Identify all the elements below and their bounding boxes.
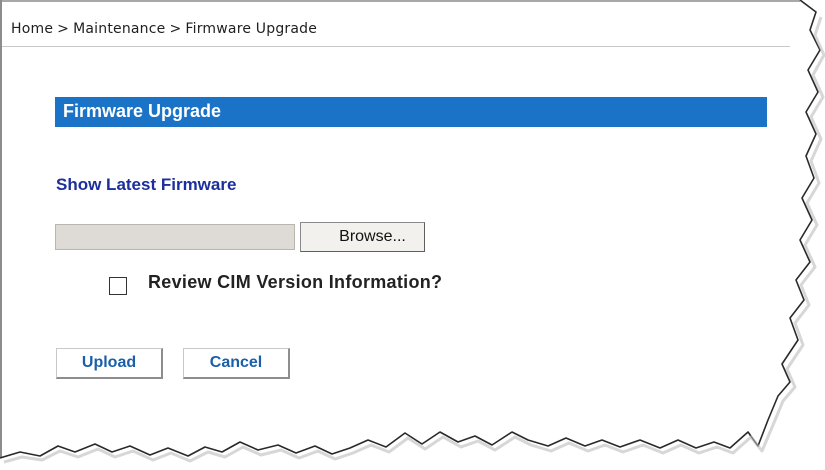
torn-paper-edge bbox=[0, 0, 825, 470]
firmware-upgrade-page: Home > Maintenance > Firmware Upgrade Firmwa… bbox=[0, 0, 825, 470]
